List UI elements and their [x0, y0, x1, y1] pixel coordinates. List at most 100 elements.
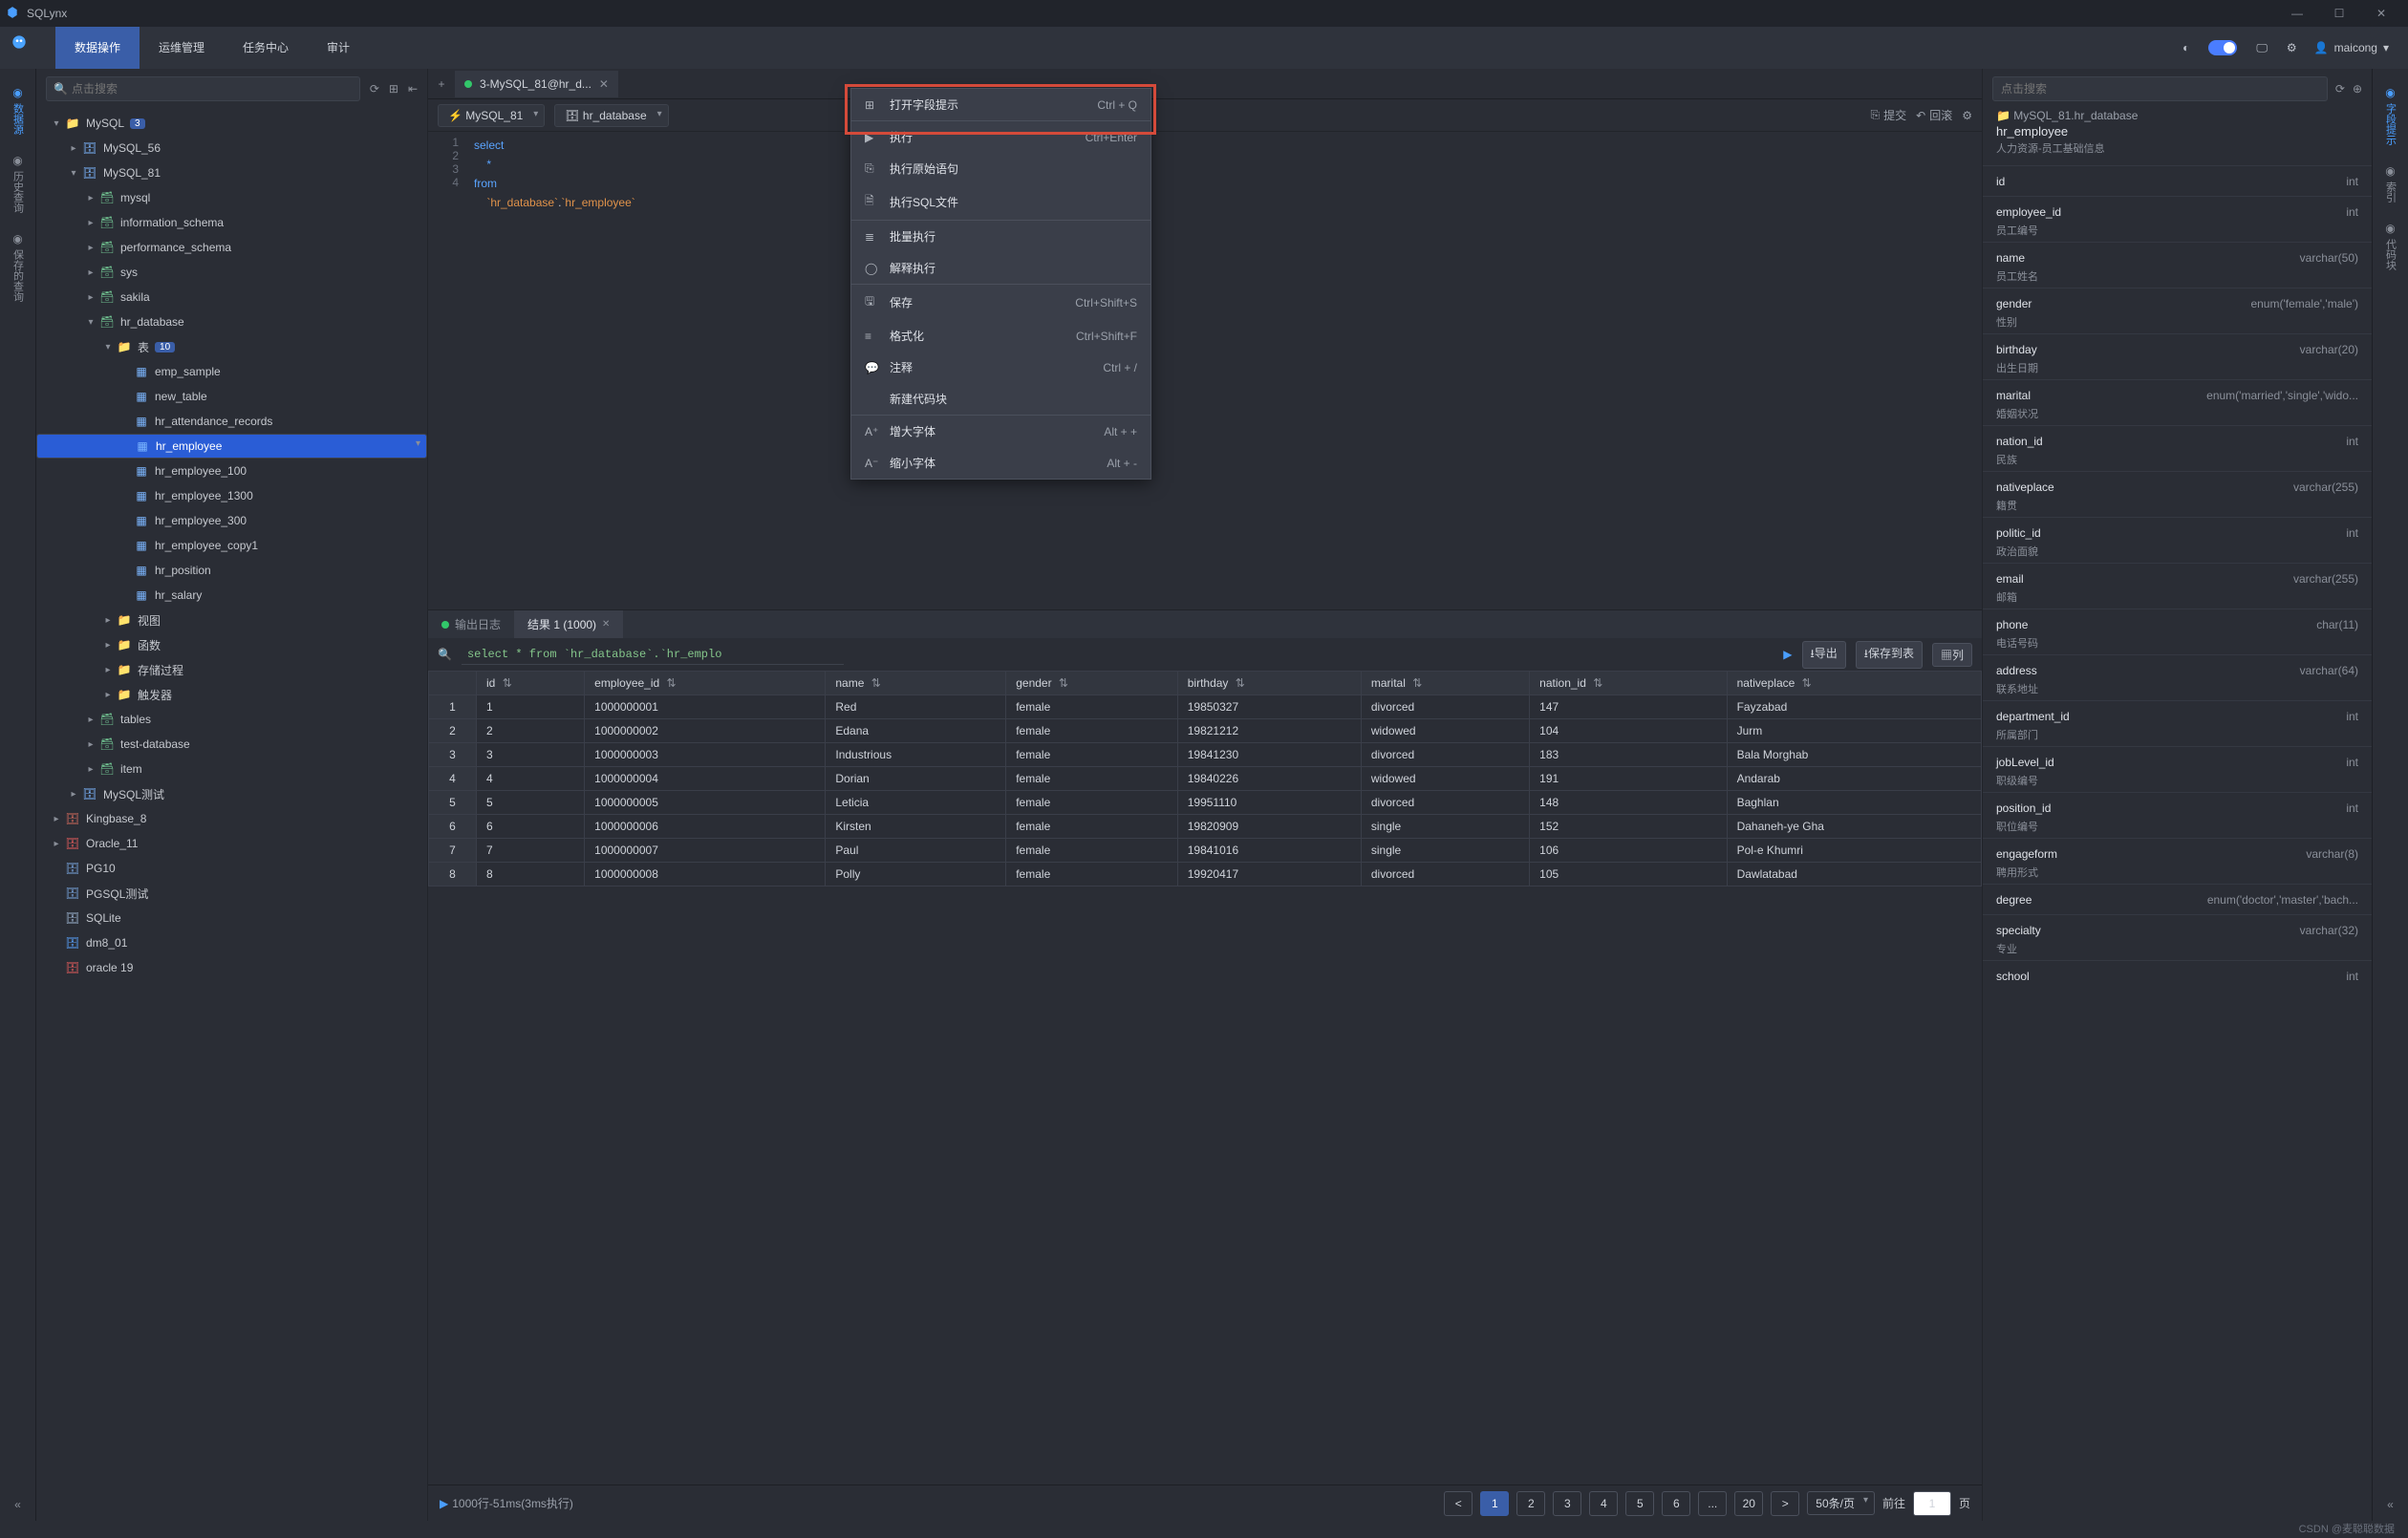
settings-icon[interactable]: ⚙ — [2287, 41, 2297, 54]
tree-node[interactable]: ▸🗃test-database — [36, 732, 427, 757]
table-row[interactable]: 221000000002Edanafemale19821212widowed10… — [429, 719, 1982, 743]
sidebar-search-input[interactable] — [46, 76, 360, 101]
field-item[interactable]: specialtyvarchar(32)专业 — [1983, 914, 2372, 960]
tree-node[interactable]: ▾📁表10 — [36, 334, 427, 359]
tree-node[interactable]: ▦hr_position — [36, 558, 427, 583]
field-item[interactable]: phonechar(11)电话号码 — [1983, 609, 2372, 654]
collapse-tree-icon[interactable]: ⇤ — [408, 82, 418, 96]
field-item[interactable]: idint — [1983, 165, 2372, 196]
table-row[interactable]: 441000000004Dorianfemale19840226widowed1… — [429, 767, 1982, 791]
ctx-item[interactable]: ⎘执行原始语句 — [851, 153, 1150, 184]
page-button[interactable]: 5 — [1625, 1491, 1654, 1516]
field-item[interactable]: degreeenum('doctor','master','bach... — [1983, 884, 2372, 914]
tree-node[interactable]: 🗄PGSQL测试 — [36, 881, 427, 906]
field-item[interactable]: department_idint所属部门 — [1983, 700, 2372, 746]
rail-item[interactable]: ◉历史查询 — [0, 144, 36, 223]
new-conn-icon[interactable]: ⊞ — [389, 82, 398, 96]
tree-node[interactable]: ▸🗄MySQL_56 — [36, 136, 427, 160]
col-header[interactable]: gender ⇅ — [1006, 672, 1178, 695]
tree-node[interactable]: ▦hr_employee_100 — [36, 459, 427, 483]
field-item[interactable]: maritalenum('married','single','wido...婚… — [1983, 379, 2372, 425]
close-icon[interactable]: ✕ — [599, 77, 609, 91]
ctx-item[interactable]: ⊞打开字段提示Ctrl + Q — [851, 89, 1150, 120]
tree-node[interactable]: ▦new_table — [36, 384, 427, 409]
menu-item[interactable]: 审计 — [308, 27, 369, 69]
ctx-item[interactable]: 💬注释Ctrl + / — [851, 352, 1150, 383]
menu-item[interactable]: 运维管理 — [140, 27, 224, 69]
pager-next[interactable]: > — [1771, 1491, 1799, 1516]
field-item[interactable]: jobLevel_idint职级编号 — [1983, 746, 2372, 792]
rail-item[interactable]: ◉数据源 — [0, 76, 36, 144]
rail-collapse[interactable]: « — [2377, 1488, 2403, 1521]
ctx-item[interactable]: A⁺增大字体Alt + + — [851, 415, 1150, 447]
rail-item[interactable]: ◉保存的查询 — [0, 223, 36, 311]
table-row[interactable]: 331000000003Industriousfemale19841230div… — [429, 743, 1982, 767]
ctx-item[interactable]: ▶执行Ctrl+Enter — [851, 120, 1150, 153]
col-header[interactable]: birthday ⇅ — [1177, 672, 1361, 695]
tree-node[interactable]: ▸📁函数 — [36, 632, 427, 657]
tree-node[interactable]: ▾🗃hr_database — [36, 310, 427, 334]
ctx-item[interactable]: 新建代码块 — [851, 383, 1150, 415]
table-row[interactable]: 771000000007Paulfemale19841016single106P… — [429, 839, 1982, 863]
new-tab-button[interactable]: + — [428, 77, 455, 91]
tree-node[interactable]: ▸🗃performance_schema — [36, 235, 427, 260]
tree-node[interactable]: ▾🗄MySQL_81 — [36, 160, 427, 185]
menu-item[interactable]: 任务中心 — [224, 27, 308, 69]
table-row[interactable]: 661000000006Kirstenfemale19820909single1… — [429, 815, 1982, 839]
ctx-item[interactable]: ◯解释执行 — [851, 252, 1150, 284]
tree-node[interactable]: 🗄PG10 — [36, 856, 427, 881]
user-menu[interactable]: 👤 maicong ▾ — [2307, 41, 2397, 54]
tree-node[interactable]: ▸🗃information_schema — [36, 210, 427, 235]
window-close[interactable]: ✕ — [2360, 0, 2402, 27]
connection-select[interactable]: ⚡ MySQL_81 — [438, 104, 545, 127]
col-header[interactable]: marital ⇅ — [1361, 672, 1529, 695]
field-item[interactable]: nativeplacevarchar(255)籍贯 — [1983, 471, 2372, 517]
rail-item[interactable]: ◉代码块 — [2373, 212, 2408, 280]
field-item[interactable]: addressvarchar(64)联系地址 — [1983, 654, 2372, 700]
theme-icon[interactable]: ◐ — [2182, 41, 2189, 54]
tree-node[interactable]: ▸📁触发器 — [36, 682, 427, 707]
tree-node[interactable]: ▦hr_employee_copy1 — [36, 533, 427, 558]
tree-node[interactable]: ▸🗄Oracle_11 — [36, 831, 427, 856]
field-item[interactable]: birthdayvarchar(20)出生日期 — [1983, 333, 2372, 379]
table-row[interactable]: 551000000005Leticiafemale19951110divorce… — [429, 791, 1982, 815]
locate-icon[interactable]: ⊕ — [2353, 82, 2362, 96]
col-header[interactable]: nativeplace ⇅ — [1727, 672, 1981, 695]
tree-node[interactable]: ▸📁视图 — [36, 608, 427, 632]
ctx-item[interactable]: ≡格式化Ctrl+Shift+F — [851, 320, 1150, 352]
editor-tab[interactable]: 3-MySQL_81@hr_d... ✕ — [455, 71, 618, 97]
tab-output-log[interactable]: 输出日志 — [428, 610, 514, 639]
tree-node[interactable]: ▸🗃sys — [36, 260, 427, 285]
ctx-item[interactable]: 🖫保存Ctrl+Shift+S — [851, 284, 1150, 320]
tree-node[interactable]: ▦hr_attendance_records — [36, 409, 427, 434]
tree-node[interactable]: ▦hr_employee — [36, 434, 427, 459]
tree-node[interactable]: ▸🗃sakila — [36, 285, 427, 310]
rail-item[interactable]: ◉索引 — [2373, 155, 2408, 212]
refresh-icon[interactable]: ⟳ — [2335, 82, 2345, 96]
table-row[interactable]: 111000000001Redfemale19850327divorced147… — [429, 695, 1982, 719]
menu-item[interactable]: 数据操作 — [55, 27, 140, 69]
tree-node[interactable]: 🗄SQLite — [36, 906, 427, 930]
col-header[interactable]: id ⇅ — [477, 672, 585, 695]
close-icon[interactable]: ✕ — [602, 610, 610, 639]
field-item[interactable]: employee_idint员工编号 — [1983, 196, 2372, 242]
export-button[interactable]: ⭳导出 — [1802, 641, 1846, 669]
table-row[interactable]: 881000000008Pollyfemale19920417divorced1… — [429, 863, 1982, 886]
col-header[interactable]: employee_id ⇅ — [585, 672, 826, 695]
window-max[interactable]: ☐ — [2318, 0, 2360, 27]
tree-node[interactable]: ▸🗃item — [36, 757, 427, 781]
rollback-button[interactable]: ↶ 回滚 — [1916, 107, 1952, 123]
field-search-input[interactable] — [1992, 76, 2328, 101]
page-button[interactable]: 1 — [1480, 1491, 1509, 1516]
ctx-item[interactable]: 🗎执行SQL文件 — [851, 184, 1150, 220]
field-item[interactable]: nation_idint民族 — [1983, 425, 2372, 471]
field-item[interactable]: position_idint职位编号 — [1983, 792, 2372, 838]
settings-icon[interactable]: ⚙ — [1962, 109, 1972, 122]
pager-prev[interactable]: < — [1444, 1491, 1473, 1516]
refresh-icon[interactable]: ⟳ — [370, 82, 379, 96]
field-item[interactable]: genderenum('female','male')性别 — [1983, 288, 2372, 333]
save-to-table-button[interactable]: ⭳保存到表 — [1856, 641, 1923, 669]
page-button[interactable]: 3 — [1553, 1491, 1581, 1516]
sql-editor[interactable]: 1234 select *from `hr_database`.`hr_empl… — [428, 132, 1982, 609]
tree-node[interactable]: ▾📁MySQL3 — [36, 111, 427, 136]
